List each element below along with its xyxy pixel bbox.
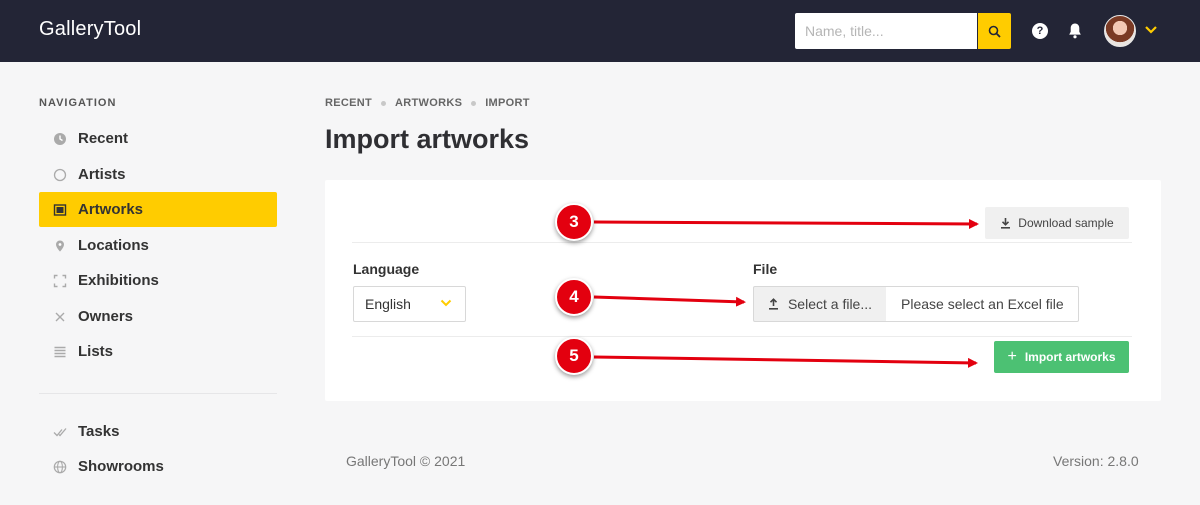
sidebar-item-label: Locations <box>78 237 149 254</box>
breadcrumb-artworks[interactable]: ARTWORKS <box>395 97 462 109</box>
select-file-button[interactable]: Select a file... <box>753 286 887 322</box>
sidebar-item-label: Artists <box>78 166 126 183</box>
breadcrumb-import: IMPORT <box>485 97 530 109</box>
sidebar-item-showrooms[interactable]: Showrooms <box>39 449 277 484</box>
search-input[interactable] <box>795 13 977 49</box>
avatar[interactable] <box>1104 15 1136 47</box>
map-pin-icon <box>53 239 67 253</box>
circle-icon <box>53 168 67 182</box>
footer-version: Version: 2.8.0 <box>1053 453 1139 469</box>
page-title: Import artworks <box>325 124 530 154</box>
card-divider <box>352 242 1132 243</box>
list-icon <box>53 345 67 359</box>
breadcrumb-recent[interactable]: RECENT <box>325 97 372 109</box>
sidebar-item-owners[interactable]: Owners <box>39 299 277 334</box>
nav-heading: NAVIGATION <box>39 97 117 109</box>
sidebar-divider <box>39 393 277 394</box>
card-divider <box>352 336 1132 337</box>
globe-icon <box>53 460 67 474</box>
step-marker-4: 4 <box>555 278 593 316</box>
language-select[interactable]: English <box>353 286 466 322</box>
footer-copyright: GalleryTool © 2021 <box>346 453 466 469</box>
search-icon <box>988 25 1001 38</box>
sidebar-item-label: Exhibitions <box>78 272 159 289</box>
sidebar-item-artists[interactable]: Artists <box>39 157 277 192</box>
sidebar-item-recent[interactable]: Recent <box>39 121 277 156</box>
bell-icon[interactable] <box>1067 22 1083 40</box>
sidebar-item-lists[interactable]: Lists <box>39 334 277 369</box>
sidebar-item-label: Owners <box>78 308 134 325</box>
import-artworks-button[interactable]: + Import artworks <box>994 341 1129 373</box>
top-bar <box>0 0 1200 62</box>
chevron-down-icon[interactable] <box>1144 25 1158 35</box>
sidebar-item-tasks[interactable]: Tasks <box>39 414 277 449</box>
sidebar-item-label: Tasks <box>78 423 120 440</box>
chevron-down-icon <box>440 299 452 307</box>
import-artworks-label: Import artworks <box>1024 350 1116 364</box>
upload-icon <box>768 298 779 310</box>
sidebar-item-exhibitions[interactable]: Exhibitions <box>39 263 277 298</box>
x-icon <box>53 310 67 324</box>
sidebar-item-locations[interactable]: Locations <box>39 228 277 263</box>
download-sample-label: Download sample <box>1018 216 1114 230</box>
check-icon <box>53 425 67 439</box>
sidebar-item-label: Artworks <box>78 201 144 218</box>
frame-icon <box>53 274 67 288</box>
breadcrumb-separator <box>471 100 477 106</box>
language-value: English <box>365 296 411 312</box>
clock-icon <box>53 132 67 146</box>
file-label: File <box>753 261 778 277</box>
sidebar-item-label: Recent <box>78 130 129 147</box>
sidebar-item-artworks[interactable]: Artworks <box>39 192 277 227</box>
plus-icon: + <box>1007 348 1017 365</box>
sidebar-item-label: Lists <box>78 343 114 360</box>
search-button[interactable] <box>978 13 1011 49</box>
language-label: Language <box>353 261 420 277</box>
select-file-label: Select a file... <box>787 296 873 312</box>
step-marker-3: 3 <box>555 203 593 241</box>
help-icon[interactable]: ? <box>1032 23 1048 39</box>
brand-logo[interactable]: GalleryTool <box>39 18 141 41</box>
sidebar-item-label: Showrooms <box>78 458 164 475</box>
file-name-field[interactable]: Please select an Excel file <box>886 286 1079 322</box>
step-marker-5: 5 <box>555 337 593 375</box>
breadcrumb: RECENT ARTWORKS IMPORT <box>325 97 530 109</box>
download-icon <box>1000 217 1011 229</box>
breadcrumb-separator <box>381 100 387 106</box>
download-sample-button[interactable]: Download sample <box>985 207 1129 239</box>
image-icon <box>53 203 67 217</box>
